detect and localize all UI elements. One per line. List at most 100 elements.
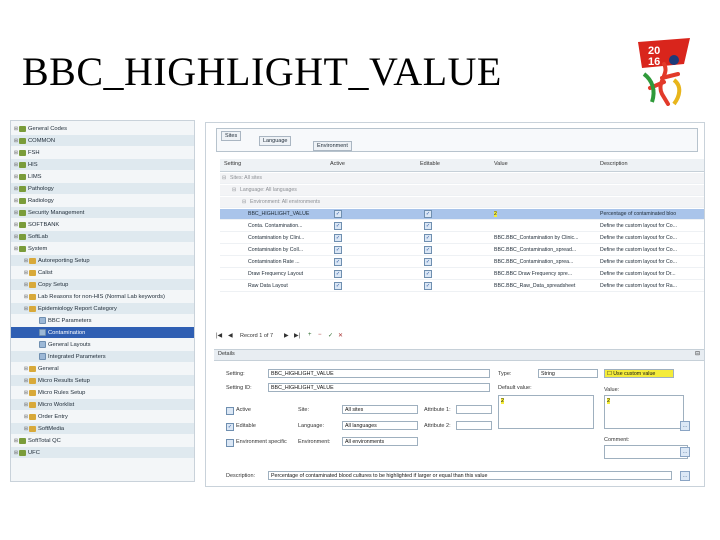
table-row[interactable]: Raw Data Layout BBC.BBC_Raw_Data_spreadsh… [220, 281, 704, 292]
tree-item[interactable]: BBC Parameters [11, 315, 194, 326]
tree-item[interactable]: ⊞ UFC [11, 447, 194, 458]
description-field[interactable]: Percentage of contaminated blood culture… [268, 471, 672, 480]
type-select[interactable]: String [538, 369, 598, 378]
tree-item[interactable]: ⊞ SoftTotal QC [11, 435, 194, 446]
value-field[interactable]: 2 [604, 395, 684, 429]
delete-record-icon[interactable]: − [318, 332, 322, 338]
editable-checkbox[interactable]: ✓ [424, 222, 432, 230]
tree-item[interactable]: Contamination [11, 327, 194, 338]
tree-item[interactable]: ⊞ LIMS [11, 171, 194, 182]
tree-item[interactable]: ⊞ General Codes [11, 123, 194, 134]
tree-item[interactable]: ⊞ HIS [11, 159, 194, 170]
folder-icon [29, 305, 36, 312]
table-row[interactable]: Contamination by Coll... BBC.BBC_Contamin… [220, 245, 704, 256]
table-row[interactable]: BBC_HIGHLIGHT_VALUE 2 Percentage of contam… [220, 209, 704, 220]
value-edit-icon[interactable]: … [680, 421, 690, 431]
active-checkbox[interactable]: ✓ [334, 270, 342, 278]
active-checkbox[interactable] [226, 407, 234, 415]
tree-item[interactable]: ⊞ Micro Rules Setup [11, 387, 194, 398]
comment-edit-icon[interactable]: … [680, 447, 690, 457]
collapse-details-icon[interactable]: ⊟ [695, 350, 700, 357]
table-row[interactable]: Draw Frequency Layout BBC.BBC Draw Freque… [220, 269, 704, 280]
editable-checkbox[interactable]: ✓ [226, 423, 234, 431]
col-editable[interactable]: Editable [420, 161, 440, 167]
attribute1-field[interactable] [456, 405, 492, 414]
editable-checkbox[interactable]: ✓ [424, 282, 432, 290]
tree-item[interactable]: General Layouts [11, 339, 194, 350]
collapse-icon[interactable]: ⊟ [232, 187, 236, 193]
prev-record-icon[interactable]: ◀ [228, 332, 233, 339]
last-record-icon[interactable]: ▶| [294, 332, 300, 339]
add-record-icon[interactable]: + [308, 332, 312, 338]
tree-item[interactable]: ⊞ Calist [11, 267, 194, 278]
tree-item-label: Lab Reasons for non-HIS (Normal Lab keyw… [38, 293, 165, 300]
collapse-icon[interactable]: ⊟ [242, 199, 246, 205]
filter-chip-language[interactable]: Language [259, 136, 292, 146]
environment-select[interactable]: All environments [342, 437, 418, 446]
active-checkbox[interactable]: ✓ [334, 258, 342, 266]
folder-icon [19, 149, 26, 156]
collapse-icon[interactable]: ⊟ [222, 175, 226, 181]
tree-item[interactable]: ⊞ Security Management [11, 207, 194, 218]
tree-item[interactable]: ⊞ SoftLab [11, 231, 194, 242]
comment-field[interactable] [604, 445, 688, 459]
active-checkbox[interactable]: ✓ [334, 282, 342, 290]
filter-chip-sites[interactable]: Sites [221, 131, 242, 141]
tree-item-label: UFC [28, 449, 40, 456]
tree-item[interactable]: ⊞ Micro Results Setup [11, 375, 194, 386]
active-checkbox[interactable]: ✓ [334, 222, 342, 230]
custom-value-toggle[interactable]: ☐ Use custom value [604, 369, 674, 378]
editable-checkbox[interactable]: ✓ [424, 234, 432, 242]
tree-item[interactable]: ⊞ COMMON [11, 135, 194, 146]
setting-field[interactable]: BBC_HIGHLIGHT_VALUE [268, 369, 490, 378]
tree-item[interactable]: ⊞ General [11, 363, 194, 374]
table-row[interactable]: Conta. Contamination... Define the custom… [220, 221, 704, 232]
filter-chip-environment[interactable]: Environment [313, 141, 352, 151]
navigation-tree[interactable]: ⊞ General Codes ⊞ COMMON ⊞ FSH ⊞ HIS ⊞ LIMS ⊞ Patho… [10, 120, 195, 482]
tree-item[interactable]: ⊞ Lab Reasons for non-HIS (Normal Lab key… [11, 291, 194, 302]
col-value[interactable]: Value [494, 161, 508, 167]
tree-item[interactable]: ⊞ FSH [11, 147, 194, 158]
tree-item[interactable]: ⊞ System [11, 243, 194, 254]
table-row[interactable]: Contamination by Clini... BBC.BBC_Contami… [220, 233, 704, 244]
environment-specific-checkbox[interactable] [226, 439, 234, 447]
editable-checkbox[interactable]: ✓ [424, 258, 432, 266]
tree-item[interactable]: ⊞ Epidemiology Report Category [11, 303, 194, 314]
active-checkbox[interactable]: ✓ [334, 246, 342, 254]
active-checkbox[interactable]: ✓ [334, 210, 342, 218]
description-edit-icon[interactable]: … [680, 471, 690, 481]
group-row-sites[interactable]: ⊟ Sites: All sites [220, 173, 704, 184]
tree-item[interactable]: ⊞ Autoreporting Setup [11, 255, 194, 266]
tree-item[interactable]: Integrated Parameters [11, 351, 194, 362]
first-record-icon[interactable]: |◀ [216, 332, 222, 339]
tree-item[interactable]: ⊞ Order Entry [11, 411, 194, 422]
tree-item[interactable]: ⊞ SOFTBANK [11, 219, 194, 230]
tree-item[interactable]: ⊞ SoftMedia [11, 423, 194, 434]
default-value-field[interactable]: 2 [498, 395, 594, 429]
setting-id-field[interactable]: BBC_HIGHLIGHT_VALUE [268, 383, 490, 392]
group-row-environment[interactable]: ⊟ Environment: All environments [220, 197, 704, 208]
tree-item[interactable]: ⊞ Micro Worklist [11, 399, 194, 410]
col-active[interactable]: Active [330, 161, 345, 167]
language-select[interactable]: All languages [342, 421, 418, 430]
tree-item-label: Radiology [28, 197, 54, 204]
default-value-label: Default value: [498, 385, 532, 391]
editable-checkbox[interactable]: ✓ [424, 210, 432, 218]
active-checkbox[interactable]: ✓ [334, 234, 342, 242]
col-setting[interactable]: Setting [224, 161, 241, 167]
cell-setting: Contamination Rate ... [248, 259, 300, 265]
editable-checkbox[interactable]: ✓ [424, 246, 432, 254]
site-select[interactable]: All sites [342, 405, 418, 414]
save-record-icon[interactable]: ✓ [328, 332, 333, 339]
group-row-language[interactable]: ⊟ Language: All languages [220, 185, 704, 196]
tree-item[interactable]: ⊞ Radiology [11, 195, 194, 206]
attribute2-field[interactable] [456, 421, 492, 430]
table-row[interactable]: Contamination Rate ... BBC.BBC_Contaminat… [220, 257, 704, 268]
next-record-icon[interactable]: ▶ [284, 332, 289, 339]
col-description[interactable]: Description [600, 161, 628, 167]
logo: 20 16 [638, 38, 690, 106]
cancel-record-icon[interactable]: ✕ [338, 332, 343, 339]
tree-item[interactable]: ⊞ Pathology [11, 183, 194, 194]
tree-item[interactable]: ⊞ Copy Setup [11, 279, 194, 290]
editable-checkbox[interactable]: ✓ [424, 270, 432, 278]
